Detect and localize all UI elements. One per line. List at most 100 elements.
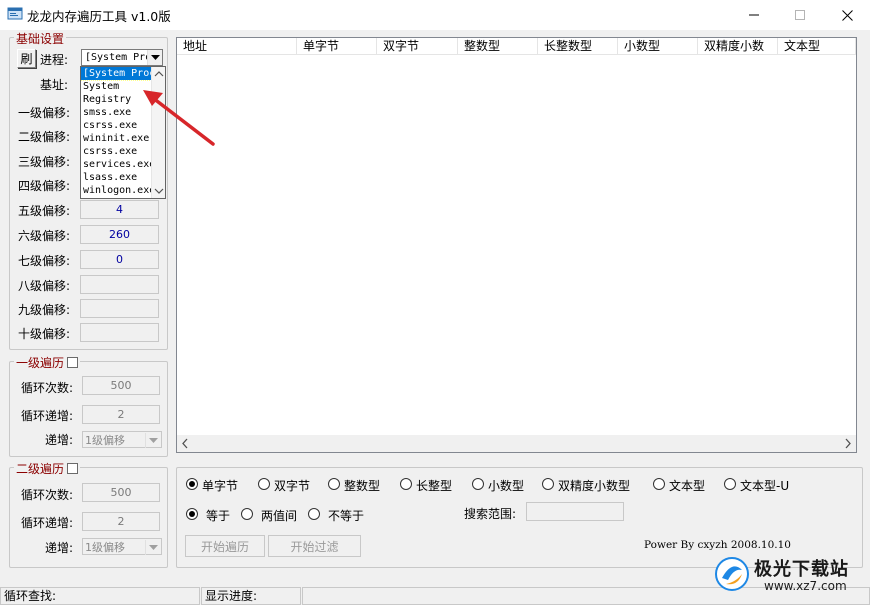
type-radio[interactable] — [400, 478, 412, 490]
results-table-header: 地址 单字节 双字节 整数型 长整数型 小数型 双精度小数 文本型 — [177, 38, 856, 55]
column-header[interactable]: 整数型 — [458, 38, 538, 55]
offset-field[interactable] — [80, 299, 159, 318]
offset-field[interactable]: 4 — [80, 200, 159, 219]
compare-radio-label[interactable]: 等于 — [206, 507, 230, 524]
column-header[interactable]: 文本型 — [778, 38, 856, 55]
compare-radio[interactable] — [241, 508, 253, 520]
chevron-down-icon — [148, 437, 158, 443]
level2-inc-dropdown[interactable] — [145, 540, 160, 555]
level1-loop-inc-field[interactable]: 2 — [82, 405, 160, 424]
watermark-text: 极光下载站 — [754, 559, 849, 580]
column-header[interactable]: 地址 — [177, 38, 297, 55]
offset-label: 十级偏移: — [18, 327, 71, 341]
window-title: 龙龙内存遍历工具 v1.0版 — [27, 9, 171, 24]
level2-inc-select[interactable]: 1级偏移 — [82, 538, 162, 555]
level2-traverse-title: 二级遍历 — [14, 460, 81, 477]
maximize-button[interactable] — [777, 0, 823, 30]
column-header[interactable]: 双字节 — [377, 38, 458, 55]
type-radio-label[interactable]: 小数型 — [488, 477, 524, 494]
column-header[interactable]: 单字节 — [297, 38, 377, 55]
scroll-left-icon[interactable] — [177, 435, 194, 452]
scroll-right-icon[interactable] — [839, 435, 856, 452]
minimize-icon — [749, 14, 759, 16]
process-list-item[interactable]: lsass.exe — [81, 171, 151, 184]
process-list-item[interactable]: winlogon.exe — [81, 184, 151, 197]
process-combo-dropdown[interactable] — [147, 50, 162, 65]
level1-traverse-label: 一级遍历 — [16, 356, 65, 370]
offset-label: 三级偏移: — [18, 155, 71, 169]
offset-label: 五级偏移: — [18, 204, 71, 218]
level2-loop-inc-field[interactable]: 2 — [82, 512, 160, 531]
watermark-logo-icon — [715, 557, 749, 591]
offset-label: 九级偏移: — [18, 303, 71, 317]
process-combobox[interactable]: [System Process] — [81, 49, 163, 66]
level1-inc-label: 递增: — [45, 433, 74, 447]
basic-settings-title: 基础设置 — [14, 30, 67, 47]
level2-traverse-label: 二级遍历 — [16, 462, 65, 476]
start-filter-button[interactable]: 开始过滤 — [268, 535, 361, 557]
type-radio-label[interactable]: 文本型-U — [740, 477, 789, 494]
offset-label: 二级偏移: — [18, 130, 71, 144]
offset-field[interactable] — [80, 275, 159, 294]
process-list-item[interactable]: services.exe — [81, 158, 151, 171]
type-radio[interactable] — [653, 478, 665, 490]
compare-radio-label[interactable]: 两值间 — [261, 507, 297, 524]
watermark: 极光下载站 www.xz7.com — [712, 552, 868, 602]
close-button[interactable] — [824, 0, 870, 30]
annotation-arrow — [143, 90, 215, 146]
refresh-label: 刷 — [20, 52, 33, 66]
type-radio[interactable] — [724, 478, 736, 490]
compare-radio[interactable] — [308, 508, 320, 520]
type-radio[interactable] — [258, 478, 270, 490]
type-radio[interactable] — [186, 478, 198, 490]
type-radio-label[interactable]: 单字节 — [202, 477, 238, 494]
column-header[interactable]: 双精度小数 — [698, 38, 778, 55]
credit-text: Power By cxyzh 2008.10.10 — [644, 539, 791, 551]
start-filter-label: 开始过滤 — [290, 539, 339, 554]
base-address-label: 基址: — [40, 78, 69, 92]
results-table[interactable]: 地址 单字节 双字节 整数型 长整数型 小数型 双精度小数 文本型 — [176, 37, 857, 453]
status-show-progress: 显示进度: — [201, 587, 301, 605]
scroll-down-icon[interactable] — [152, 185, 166, 197]
column-header[interactable]: 长整数型 — [538, 38, 618, 55]
type-radio[interactable] — [472, 478, 484, 490]
type-radio[interactable] — [328, 478, 340, 490]
level1-inc-select[interactable]: 1级偏移 — [82, 431, 162, 448]
type-radio-label[interactable]: 双字节 — [274, 477, 310, 494]
level1-inc-dropdown[interactable] — [145, 433, 160, 448]
process-label: 进程: — [40, 53, 69, 67]
type-radio-label[interactable]: 长整型 — [416, 477, 452, 494]
offset-field[interactable] — [80, 323, 159, 342]
status-loop-search: 循环查找: — [0, 587, 200, 605]
level2-loop-count-field[interactable]: 500 — [82, 483, 160, 502]
level1-loop-count-label: 循环次数: — [21, 381, 74, 395]
type-radio-label[interactable]: 双精度小数型 — [558, 477, 630, 494]
level1-loop-count-field[interactable]: 500 — [82, 376, 160, 395]
type-radio-label[interactable]: 整数型 — [344, 477, 380, 494]
level2-enable-checkbox[interactable] — [67, 463, 79, 474]
refresh-button[interactable]: 刷 — [17, 49, 36, 68]
type-radio[interactable] — [542, 478, 554, 490]
compare-radio-label[interactable]: 不等于 — [328, 507, 364, 524]
column-header[interactable]: 小数型 — [618, 38, 698, 55]
level1-enable-checkbox[interactable] — [67, 357, 79, 368]
offset-label: 八级偏移: — [18, 279, 71, 293]
minimize-button[interactable] — [731, 0, 777, 30]
offset-field[interactable]: 0 — [80, 250, 159, 269]
close-icon — [841, 9, 853, 21]
level2-loop-inc-label: 循环递增: — [21, 516, 74, 530]
offset-label: 四级偏移: — [18, 179, 71, 193]
process-list-item[interactable]: [System Process] — [81, 67, 152, 81]
title-bar: 龙龙内存遍历工具 v1.0版 — [0, 0, 870, 30]
scroll-up-icon[interactable] — [152, 68, 166, 80]
type-radio-label[interactable]: 文本型 — [669, 477, 705, 494]
maximize-icon — [795, 10, 805, 20]
start-traverse-button[interactable]: 开始遍历 — [185, 535, 265, 557]
offset-label: 七级偏移: — [18, 254, 71, 268]
start-traverse-label: 开始遍历 — [200, 539, 249, 554]
offset-field[interactable]: 260 — [80, 225, 159, 244]
chevron-down-icon — [150, 54, 160, 60]
results-horizontal-scrollbar[interactable] — [177, 435, 856, 452]
compare-radio[interactable] — [186, 508, 198, 520]
search-range-field[interactable] — [526, 502, 624, 521]
